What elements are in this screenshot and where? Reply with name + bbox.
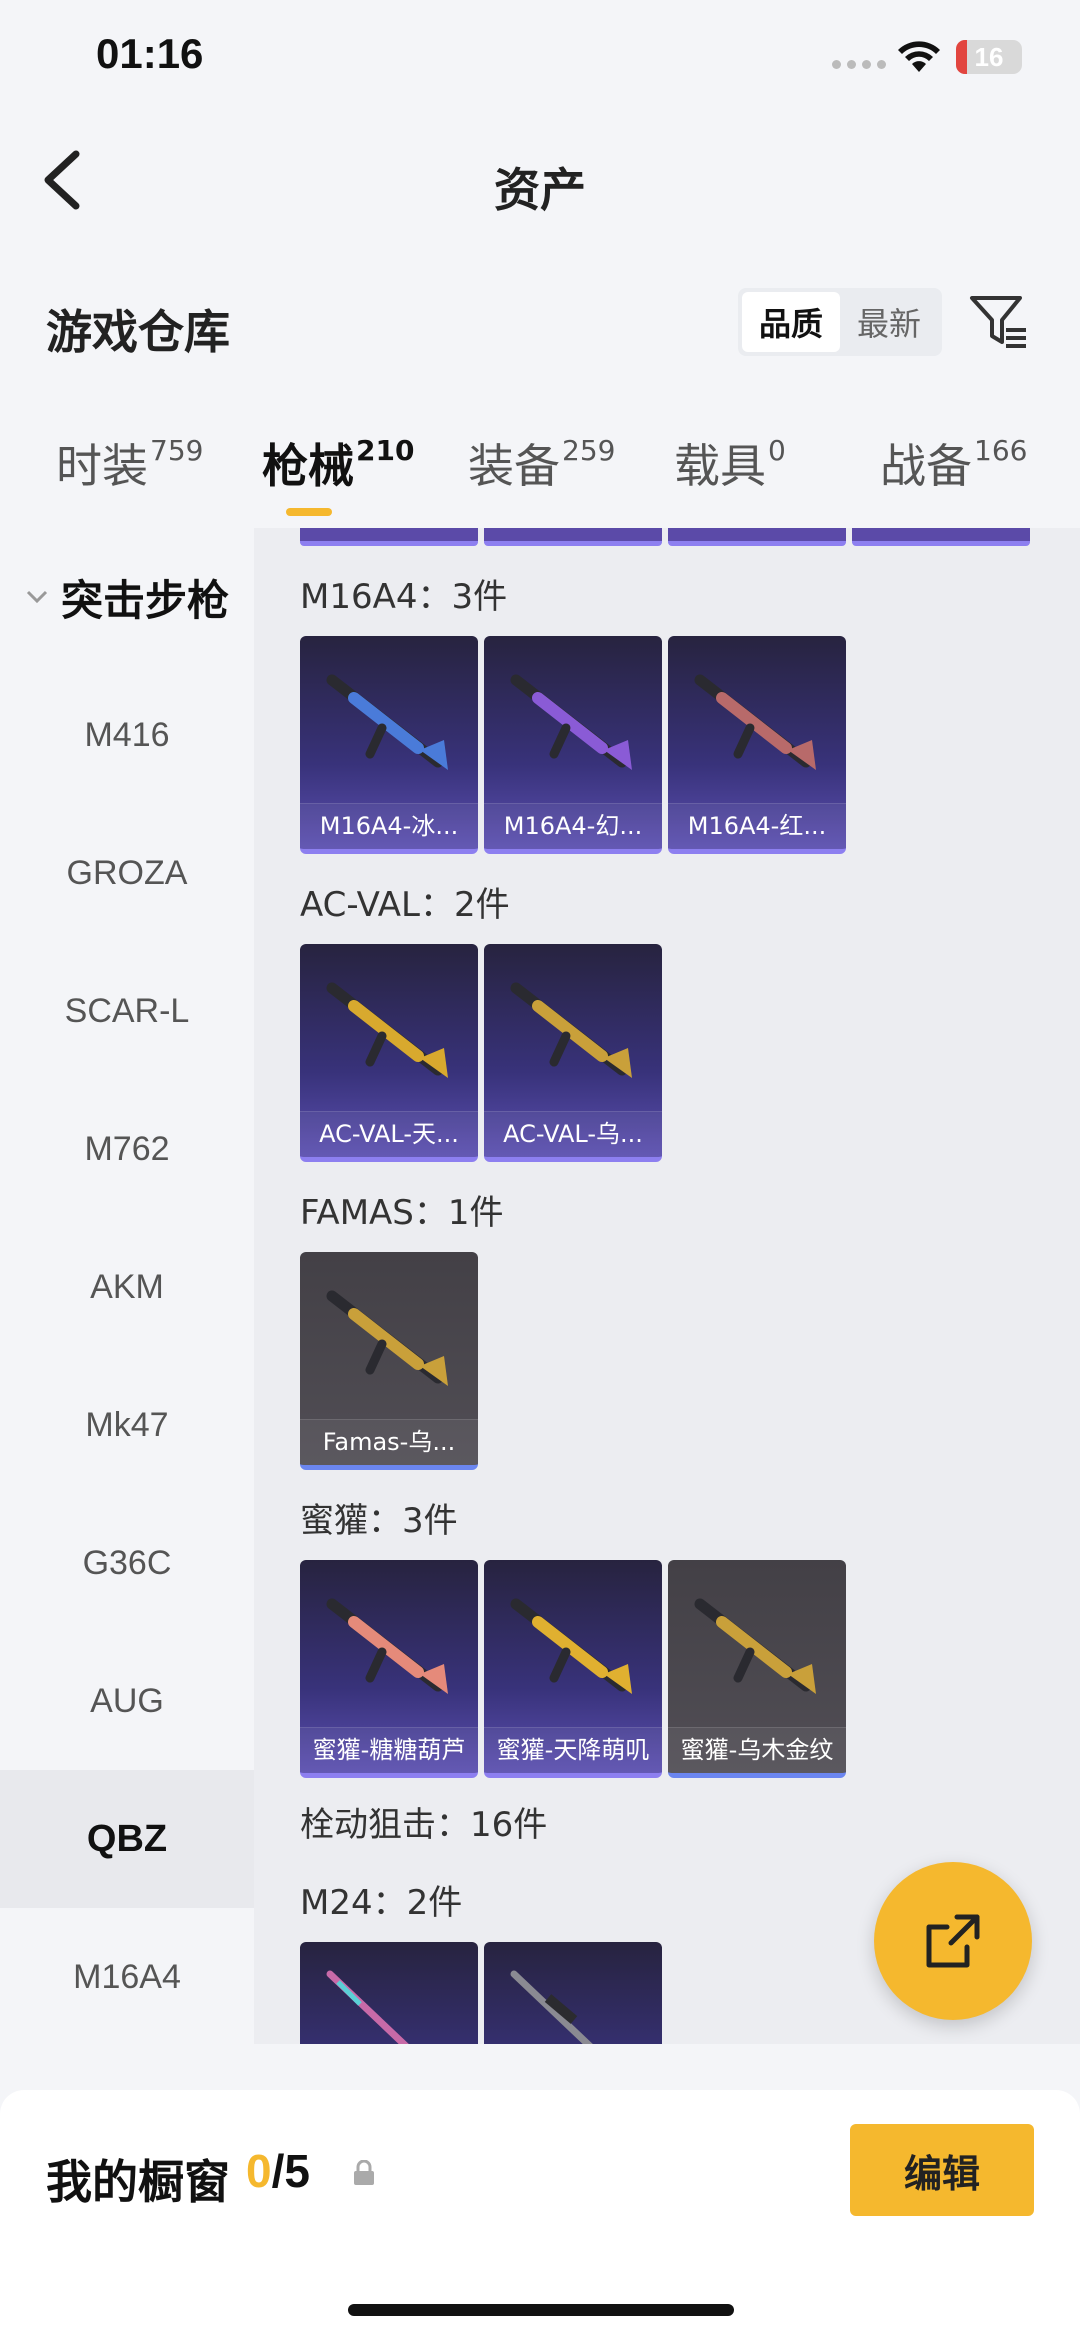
- sniper-rifle-icon: [326, 1970, 409, 2044]
- weapon-card[interactable]: [484, 1942, 662, 2044]
- card-row: 蜜獾-糖糖葫芦 蜜獾-天降萌叽 蜜獾-乌木金纹: [300, 1560, 1060, 1778]
- sidebar-item-m16a4[interactable]: M16A4: [0, 1908, 254, 2044]
- gun-icon: [326, 1290, 448, 1386]
- weapon-card-label: M16A4-冰...: [300, 803, 478, 849]
- showcase-total: /5: [271, 2145, 310, 2197]
- sidebar-item-mk47[interactable]: Mk47: [0, 1356, 254, 1494]
- sidebar-group-assault-rifles[interactable]: 突击步枪: [0, 528, 254, 666]
- tab-label: 战备: [880, 439, 972, 493]
- weapon-card-label: Famas-乌...: [300, 1419, 478, 1465]
- card-row: AC-VAL-天... AC-VAL-乌...: [300, 944, 1060, 1162]
- gun-icon: [510, 1598, 632, 1694]
- weapon-card[interactable]: M16A4-幻...: [484, 636, 662, 854]
- previous-row-peek: [300, 528, 1060, 546]
- card-row: Famas-乌...: [300, 1252, 1060, 1470]
- gun-icon: [694, 1598, 816, 1694]
- chevron-down-icon: [26, 590, 48, 604]
- cellular-signal-icon: [832, 60, 886, 69]
- showcase-title: 我的橱窗: [46, 2155, 230, 2209]
- home-indicator: [348, 2304, 734, 2316]
- tab-equipment[interactable]: 装备259: [468, 430, 615, 496]
- weapon-card[interactable]: Famas-乌...: [300, 1252, 478, 1470]
- status-time: 01:16: [96, 30, 204, 77]
- weapon-card[interactable]: M16A4-红...: [668, 636, 846, 854]
- edit-button[interactable]: 编辑: [850, 2124, 1034, 2216]
- category-tabs: 时装759 枪械210 装备259 载具0 战备166: [0, 420, 1080, 530]
- sidebar-item-m416[interactable]: M416: [0, 666, 254, 804]
- sort-latest-button[interactable]: 最新: [840, 292, 938, 352]
- lock-icon: [354, 2160, 374, 2185]
- active-tab-indicator: [286, 508, 332, 516]
- weapon-card-label: 蜜獾-乌木金纹: [668, 1727, 846, 1773]
- status-bar: 01:16 16: [0, 0, 1080, 120]
- tab-label: 装备: [468, 439, 560, 493]
- sidebar-item-aug[interactable]: AUG: [0, 1632, 254, 1770]
- tab-costume[interactable]: 时装759: [56, 430, 203, 496]
- sidebar-item-qbz[interactable]: QBZ: [0, 1770, 254, 1908]
- sidebar-item-groza[interactable]: GROZA: [0, 804, 254, 942]
- sidebar-item-g36c[interactable]: G36C: [0, 1494, 254, 1632]
- weapon-card-label: 蜜獾-糖糖葫芦: [300, 1727, 478, 1773]
- weapon-card[interactable]: 蜜獾-乌木金纹: [668, 1560, 846, 1778]
- weapon-card-label: AC-VAL-天...: [300, 1111, 478, 1157]
- warehouse-title: 游戏仓库: [46, 305, 230, 359]
- share-icon: [926, 1914, 980, 1968]
- tab-label: 枪械: [262, 439, 354, 493]
- gun-icon: [326, 982, 448, 1078]
- tab-count: 259: [562, 434, 616, 467]
- tab-supplies[interactable]: 战备166: [880, 430, 1027, 496]
- sidebar-item-akm[interactable]: AKM: [0, 1218, 254, 1356]
- nav-bar: 资产: [0, 120, 1080, 240]
- wifi-icon: [898, 41, 940, 72]
- weapon-card[interactable]: 蜜獾-糖糖葫芦: [300, 1560, 478, 1778]
- tab-label: 载具: [674, 439, 766, 493]
- gun-icon: [326, 674, 448, 770]
- weapon-card[interactable]: AC-VAL-乌...: [484, 944, 662, 1162]
- group-label: FAMAS：1件: [300, 1192, 504, 1233]
- sidebar-group-label: 突击步枪: [60, 575, 229, 625]
- gun-icon: [694, 674, 816, 770]
- group-label: M16A4：3件: [300, 576, 508, 617]
- filter-icon[interactable]: [966, 290, 1030, 354]
- sort-toggle: 品质 最新: [738, 288, 942, 356]
- gun-icon: [510, 674, 632, 770]
- weapon-card-label: M16A4-红...: [668, 803, 846, 849]
- weapon-card[interactable]: [300, 1942, 478, 2044]
- weapon-card-label: AC-VAL-乌...: [484, 1111, 662, 1157]
- weapon-card-label: 蜜獾-天降萌叽: [484, 1727, 662, 1773]
- group-label: AC-VAL：2件: [300, 884, 510, 925]
- sidebar-item-m762[interactable]: M762: [0, 1080, 254, 1218]
- sidebar-item-scar-l[interactable]: SCAR-L: [0, 942, 254, 1080]
- weapon-card[interactable]: 蜜獾-天降萌叽: [484, 1560, 662, 1778]
- tab-vehicles[interactable]: 载具0: [674, 430, 786, 496]
- showcase-count: 0/5: [246, 2144, 310, 2198]
- card-row: M16A4-冰... M16A4-幻... M16A4-红...: [300, 636, 1060, 854]
- tab-count: 759: [150, 434, 204, 467]
- page-title: 资产: [494, 163, 586, 217]
- gun-icon: [326, 1598, 448, 1694]
- tab-count: 210: [356, 434, 415, 467]
- weapon-type-sidebar: 突击步枪 M416 GROZA SCAR-L M762 AKM Mk47 G36…: [0, 528, 254, 2044]
- gun-icon: [510, 982, 632, 1078]
- battery-icon: 16: [956, 40, 1022, 74]
- tab-label: 时装: [56, 439, 148, 493]
- weapon-list: M16A4：3件 M16A4-冰... M16A4-幻... M16A4-红... AC…: [254, 528, 1080, 2044]
- tab-count: 0: [768, 434, 786, 467]
- weapon-card[interactable]: AC-VAL-天...: [300, 944, 478, 1162]
- battery-level: 16: [974, 42, 1004, 72]
- sort-quality-button[interactable]: 品质: [742, 292, 840, 352]
- group-label: 蜜獾：3件: [300, 1500, 458, 1541]
- share-button[interactable]: [874, 1862, 1032, 2020]
- tab-guns[interactable]: 枪械210: [262, 430, 414, 496]
- weapon-card[interactable]: M16A4-冰...: [300, 636, 478, 854]
- section-label: 栓动狙击：16件: [300, 1804, 548, 1845]
- showcase-bar: 我的橱窗 0/5 编辑: [0, 2090, 1080, 2339]
- showcase-current: 0: [246, 2145, 272, 2197]
- weapon-card-label: M16A4-幻...: [484, 803, 662, 849]
- tab-count: 166: [974, 434, 1028, 467]
- sniper-rifle-icon: [510, 1970, 593, 2044]
